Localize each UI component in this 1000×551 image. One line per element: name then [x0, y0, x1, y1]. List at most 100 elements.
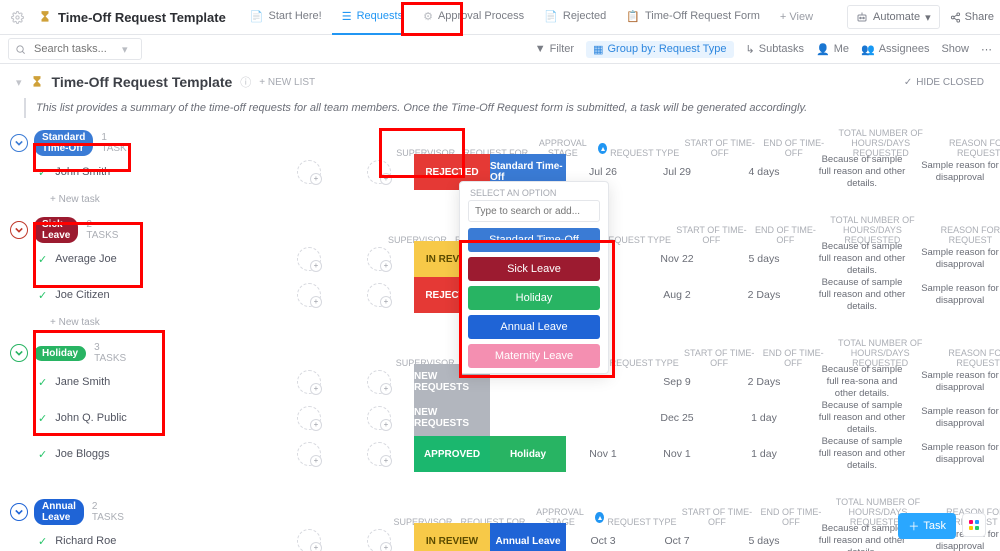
- reason-text[interactable]: Because of sample full reason and other …: [814, 154, 910, 190]
- info-icon[interactable]: ⓘ: [240, 74, 251, 90]
- filter-button[interactable]: ▼ Filter: [535, 43, 574, 55]
- task-name-cell[interactable]: ✓Average Joe: [10, 253, 274, 266]
- end-date[interactable]: Jul 29: [640, 166, 714, 178]
- end-date[interactable]: Dec 25: [640, 412, 714, 424]
- col-reason[interactable]: REASON FOR REQUEST: [931, 138, 1000, 158]
- me-button[interactable]: 👤 Me: [816, 43, 849, 56]
- task-name-cell[interactable]: ✓Joe Citizen: [10, 289, 274, 302]
- request-for-avatar[interactable]: [367, 406, 391, 430]
- tab-requests[interactable]: ☰Requests: [332, 0, 413, 35]
- end-date[interactable]: Sep 9: [640, 376, 714, 388]
- approval-stage-badge[interactable]: IN REVIEW: [414, 523, 490, 551]
- collapse-toggle[interactable]: [10, 134, 28, 152]
- supervisor-avatar[interactable]: [297, 160, 321, 184]
- end-date[interactable]: Aug 2: [640, 289, 714, 301]
- total-days[interactable]: 5 days: [714, 535, 814, 547]
- end-date[interactable]: Nov 1: [640, 448, 714, 460]
- share-button[interactable]: Share: [950, 11, 994, 23]
- col-start[interactable]: START OF TIME-OFF: [682, 348, 756, 368]
- search-field[interactable]: [32, 42, 116, 56]
- group-by-button[interactable]: ▦ Group by: Request Type: [586, 41, 733, 58]
- more-icon[interactable]: ⋯: [981, 43, 992, 56]
- group-pill[interactable]: Sick Leave: [34, 217, 78, 243]
- gear-icon[interactable]: [6, 11, 28, 24]
- col-reason[interactable]: REASON FOR REQUEST: [930, 348, 1000, 368]
- add-view-button[interactable]: + View: [770, 11, 823, 23]
- tab-start-here-[interactable]: 📄Start Here!: [240, 0, 332, 35]
- request-for-avatar[interactable]: [367, 442, 391, 466]
- reason-text[interactable]: Because of sample full reason and other …: [814, 400, 910, 436]
- disapproval-text[interactable]: Sample reason for disapproval: [910, 160, 1000, 184]
- add-task-button[interactable]: ＋ Task: [898, 513, 956, 539]
- task-name-cell[interactable]: ✓Joe Bloggs: [10, 448, 274, 461]
- task-row[interactable]: ✓Richard RoeIN REVIEWAnnual LeaveOct 3Oc…: [10, 523, 990, 551]
- col-end[interactable]: END OF TIME-OFF: [748, 225, 822, 245]
- approval-stage-badge[interactable]: APPROVED: [414, 436, 490, 472]
- reason-text[interactable]: Because of sample full reason and other …: [814, 523, 910, 551]
- task-row[interactable]: ✓John Q. PublicNEW REQUESTSDec 251 dayBe…: [10, 400, 990, 436]
- col-start[interactable]: START OF TIME-OFF: [674, 225, 748, 245]
- subtasks-button[interactable]: ↳ Subtasks: [746, 43, 804, 56]
- chevron-down-icon[interactable]: ▾: [122, 43, 128, 56]
- total-days[interactable]: 4 days: [714, 166, 814, 178]
- collapse-toggle[interactable]: [10, 221, 28, 239]
- col-request-type[interactable]: REQUEST TYPE: [606, 358, 682, 368]
- disapproval-text[interactable]: Sample reason for disapproval: [910, 370, 1000, 394]
- col-start[interactable]: START OF TIME-OFF: [683, 138, 757, 158]
- show-button[interactable]: Show: [941, 43, 969, 55]
- apps-button[interactable]: [962, 513, 986, 537]
- group-pill[interactable]: Standard Time-Off: [34, 130, 93, 156]
- task-row[interactable]: ✓Joe BloggsAPPROVEDHolidayNov 1Nov 11 da…: [10, 436, 990, 472]
- total-days[interactable]: 2 Days: [714, 376, 814, 388]
- supervisor-avatar[interactable]: [297, 442, 321, 466]
- total-days[interactable]: 1 day: [714, 448, 814, 460]
- request-type-badge[interactable]: Annual Leave: [490, 523, 566, 551]
- end-date[interactable]: Oct 7: [640, 535, 714, 547]
- task-name-cell[interactable]: ✓Richard Roe: [10, 535, 274, 548]
- new-list-button[interactable]: + NEW LIST: [259, 77, 315, 88]
- approval-stage-badge[interactable]: NEW REQUESTS: [414, 400, 490, 436]
- collapse-toggle[interactable]: [10, 503, 28, 521]
- collapse-caret-icon[interactable]: ▾: [16, 76, 22, 89]
- collapse-toggle[interactable]: [10, 344, 28, 362]
- start-date[interactable]: Jul 26: [566, 166, 640, 178]
- hide-closed-button[interactable]: ✓ HIDE CLOSED: [904, 77, 984, 88]
- assignees-button[interactable]: 👥 Assignees: [861, 43, 929, 56]
- supervisor-avatar[interactable]: [297, 247, 321, 271]
- group-pill[interactable]: Holiday: [34, 346, 86, 361]
- supervisor-avatar[interactable]: [297, 283, 321, 307]
- col-request-type[interactable]: REQUEST TYPE: [607, 148, 683, 158]
- end-date[interactable]: Nov 22: [640, 253, 714, 265]
- task-name-cell[interactable]: ✓John Q. Public: [10, 412, 274, 425]
- supervisor-avatar[interactable]: [297, 370, 321, 394]
- request-for-avatar[interactable]: [367, 370, 391, 394]
- request-for-avatar[interactable]: [367, 283, 391, 307]
- total-days[interactable]: 2 Days: [714, 289, 814, 301]
- supervisor-avatar[interactable]: [297, 406, 321, 430]
- search-input[interactable]: ▾: [8, 38, 142, 60]
- reason-text[interactable]: Because of sample full reason and other …: [814, 241, 910, 277]
- dropdown-search[interactable]: [468, 200, 600, 222]
- tab-time-off-request-form[interactable]: 📋Time-Off Request Form: [616, 0, 770, 35]
- start-date[interactable]: Nov 1: [566, 448, 640, 460]
- reason-text[interactable]: Because of sample full rea-sona and othe…: [814, 364, 910, 400]
- task-name-cell[interactable]: ✓John Smith: [10, 166, 274, 179]
- reason-text[interactable]: Because of sample full reason and other …: [814, 277, 910, 313]
- disapproval-text[interactable]: Sample reason for disapproval: [910, 283, 1000, 307]
- col-request-type[interactable]: REQUEST TYPE: [604, 517, 680, 527]
- disapproval-text[interactable]: Sample reason for disapproval: [910, 247, 1000, 271]
- total-days[interactable]: 5 days: [714, 253, 814, 265]
- tab-approval-process[interactable]: ⚙Approval Process: [413, 0, 534, 35]
- col-start[interactable]: START OF TIME-OFF: [680, 507, 754, 527]
- task-name-cell[interactable]: ✓Jane Smith: [10, 376, 274, 389]
- request-type-badge[interactable]: Holiday: [490, 436, 566, 472]
- automate-button[interactable]: Automate ▾: [847, 5, 940, 29]
- disapproval-text[interactable]: Sample reason for disapproval: [910, 442, 1000, 466]
- supervisor-avatar[interactable]: [297, 529, 321, 551]
- request-for-avatar[interactable]: [367, 247, 391, 271]
- disapproval-text[interactable]: Sample reason for disapproval: [910, 406, 1000, 430]
- request-for-avatar[interactable]: [367, 160, 391, 184]
- request-for-avatar[interactable]: [367, 529, 391, 551]
- group-pill[interactable]: Annual Leave: [34, 499, 84, 525]
- tab-rejected[interactable]: 📄Rejected: [534, 0, 616, 35]
